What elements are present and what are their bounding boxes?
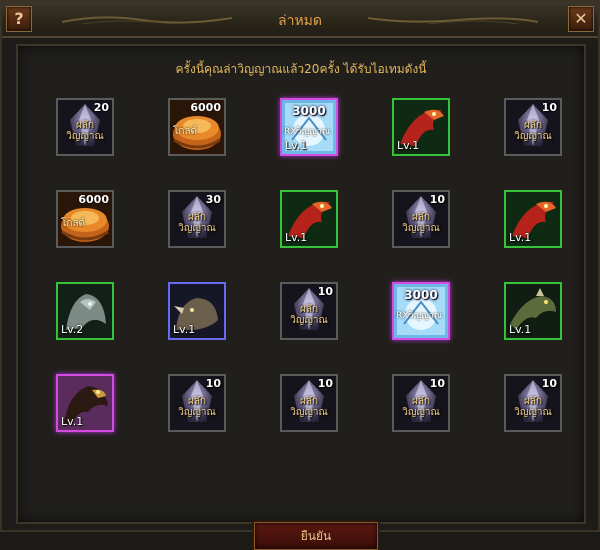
reward-slot[interactable]: Lv.1 bbox=[504, 190, 562, 248]
item-label: RXวิญญาณ bbox=[284, 127, 331, 137]
reward-slot[interactable]: Lv.1 bbox=[280, 190, 338, 248]
item-quantity: 3000 bbox=[292, 104, 326, 118]
item-label: ผลึก วิญญาณ bbox=[514, 120, 552, 142]
item-label: ผลึก วิญญาณ bbox=[402, 212, 440, 234]
item-quantity: 10 bbox=[541, 377, 557, 390]
reward-slot[interactable]: 10 ผลึก วิญญาณ bbox=[392, 374, 450, 432]
item-label: ผลึก วิญญาณ bbox=[66, 120, 104, 142]
reward-slot[interactable]: 10 ผลึก วิญญาณ bbox=[504, 374, 562, 432]
item-quantity: 10 bbox=[541, 101, 557, 114]
reward-slot[interactable]: 6000 โกลด์ bbox=[56, 190, 114, 248]
item-level: Lv.1 bbox=[173, 323, 196, 336]
reward-slot[interactable]: 10 ผลึก วิญญาณ bbox=[392, 190, 450, 248]
title-ornament-right bbox=[367, 8, 539, 30]
reward-slot[interactable]: Lv.1 bbox=[392, 98, 450, 156]
item-quantity: 30 bbox=[205, 193, 221, 206]
reward-slot[interactable]: 10 ผลึก วิญญาณ bbox=[168, 374, 226, 432]
item-label: ผลึก วิญญาณ bbox=[402, 396, 440, 418]
title-bar: ? ล่าหมด ✕ bbox=[2, 2, 598, 38]
item-level: Lv.1 bbox=[285, 139, 308, 152]
item-label: โกลด์ bbox=[61, 218, 86, 229]
item-quantity: 10 bbox=[317, 377, 333, 390]
item-quantity: 20 bbox=[93, 101, 109, 114]
item-label: ผลึก วิญญาณ bbox=[178, 212, 216, 234]
reward-slot[interactable]: Lv.1 bbox=[56, 374, 114, 432]
item-quantity: 10 bbox=[317, 285, 333, 298]
rewards-panel: ครั้งนี้คุณล่าวิญญาณแล้ว20ครั้ง ได้รับไอ… bbox=[16, 44, 586, 550]
reward-dialog: ? ล่าหมด ✕ ครั้งนี้คุณล่าวิญญาณแล้ว20ครั… bbox=[0, 0, 600, 550]
reward-slot[interactable]: Lv.2 bbox=[56, 282, 114, 340]
item-level: Lv.2 bbox=[61, 323, 84, 336]
item-label: โกลด์ bbox=[173, 126, 198, 137]
reward-slot[interactable]: 20 ผลึก วิญญาณ bbox=[56, 98, 114, 156]
item-quantity: 10 bbox=[429, 193, 445, 206]
close-icon: ✕ bbox=[574, 9, 588, 28]
reward-grid: 20 ผลึก วิญญาณ 6000 โกลด์ 3000 RXวิญญาณ Lv.1 Lv… bbox=[18, 46, 584, 466]
reward-slot[interactable]: Lv.1 bbox=[168, 282, 226, 340]
item-quantity: 6000 bbox=[190, 101, 221, 114]
reward-slot[interactable]: 30 ผลึก วิญญาณ bbox=[168, 190, 226, 248]
reward-slot[interactable]: 6000 โกลด์ bbox=[168, 98, 226, 156]
item-level: Lv.1 bbox=[285, 231, 308, 244]
item-level: Lv.1 bbox=[509, 231, 532, 244]
reward-slot[interactable]: 3000 RXวิญญาณ Lv.1 bbox=[280, 98, 338, 156]
item-label: ผลึก วิญญาณ bbox=[290, 396, 328, 418]
reward-slot[interactable]: 10 ผลึก วิญญาณ bbox=[504, 98, 562, 156]
item-quantity: 3000 bbox=[404, 288, 438, 302]
item-quantity: 10 bbox=[429, 377, 445, 390]
confirm-button[interactable]: ยืนยัน bbox=[254, 522, 378, 550]
item-label: ผลึก วิญญาณ bbox=[178, 396, 216, 418]
item-quantity: 6000 bbox=[78, 193, 109, 206]
reward-slot[interactable]: Lv.1 bbox=[504, 282, 562, 340]
item-level: Lv.1 bbox=[397, 139, 420, 152]
reward-slot[interactable]: 10 ผลึก วิญญาณ bbox=[280, 374, 338, 432]
item-level: Lv.1 bbox=[61, 415, 84, 428]
item-label: ผลึก วิญญาณ bbox=[290, 304, 328, 326]
item-quantity: 10 bbox=[205, 377, 221, 390]
item-label: ผลึก วิญญาณ bbox=[514, 396, 552, 418]
reward-slot[interactable]: 3000 RXวิญญาณ bbox=[392, 282, 450, 340]
item-level: Lv.1 bbox=[509, 323, 532, 336]
reward-slot[interactable]: 10 ผลึก วิญญาณ bbox=[280, 282, 338, 340]
item-label: RXวิญญาณ bbox=[396, 311, 443, 321]
close-button[interactable]: ✕ bbox=[568, 6, 594, 32]
